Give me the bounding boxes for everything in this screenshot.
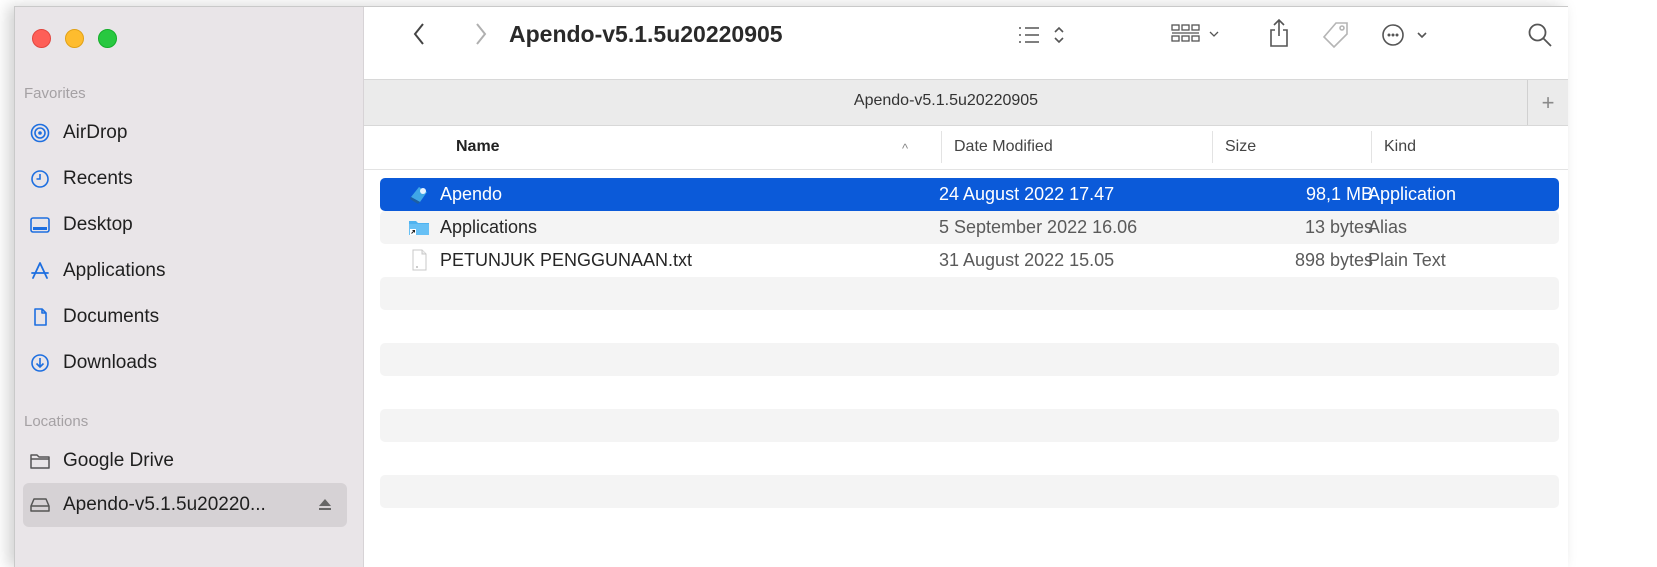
applications-icon bbox=[27, 258, 53, 284]
file-date: 5 September 2022 16.06 bbox=[939, 217, 1138, 237]
empty-row bbox=[380, 343, 1559, 376]
group-by-icon[interactable] bbox=[1170, 22, 1226, 46]
minimize-button[interactable] bbox=[65, 29, 84, 48]
sidebar-item-recents[interactable]: Recents bbox=[23, 160, 347, 198]
file-list: Apendo 24 August 2022 17.47 98,1 MB Appl… bbox=[380, 178, 1559, 508]
window-title: Apendo-v5.1.5u20220905 bbox=[509, 21, 783, 47]
list-view-icon[interactable] bbox=[1017, 24, 1075, 46]
download-icon bbox=[27, 350, 53, 376]
sidebar-item-label: Apendo-v5.1.5u20220... bbox=[63, 494, 266, 515]
table-row[interactable]: Apendo 24 August 2022 17.47 98,1 MB Appl… bbox=[380, 178, 1559, 211]
sidebar-item-label: Applications bbox=[63, 260, 166, 281]
file-kind: Plain Text bbox=[1368, 250, 1446, 270]
empty-row bbox=[380, 277, 1559, 310]
text-file-icon bbox=[408, 249, 430, 271]
column-name[interactable]: Name bbox=[456, 138, 500, 156]
file-date: 31 August 2022 15.05 bbox=[939, 250, 1115, 270]
toolbar: Apendo-v5.1.5u20220905 bbox=[364, 7, 1568, 63]
file-size: 13 bytes bbox=[1304, 217, 1373, 237]
alias-folder-icon bbox=[408, 216, 430, 238]
file-kind: Application bbox=[1368, 184, 1457, 204]
empty-row bbox=[380, 376, 1559, 409]
sidebar-item-label: AirDrop bbox=[63, 122, 128, 143]
sidebar-item-airdrop[interactable]: AirDrop bbox=[23, 114, 347, 152]
file-size: 98,1 MB bbox=[1305, 184, 1373, 204]
app-icon bbox=[408, 183, 430, 205]
document-icon bbox=[27, 304, 53, 330]
clock-icon bbox=[27, 166, 53, 192]
airdrop-icon bbox=[27, 120, 53, 146]
column-divider[interactable] bbox=[1212, 131, 1213, 163]
eject-icon[interactable] bbox=[317, 498, 333, 512]
column-date-modified[interactable]: Date Modified bbox=[954, 138, 1053, 156]
file-date: 24 August 2022 17.47 bbox=[939, 184, 1115, 204]
locations-heading: Locations bbox=[24, 413, 89, 430]
column-kind[interactable]: Kind bbox=[1384, 138, 1416, 156]
forward-icon[interactable] bbox=[474, 22, 488, 46]
new-tab-button[interactable]: + bbox=[1527, 80, 1568, 125]
tag-icon[interactable] bbox=[1321, 20, 1351, 50]
sidebar-item-google-drive[interactable]: Google Drive bbox=[23, 442, 347, 480]
finder-window: Favorites AirDrop Recents Desktop Applic… bbox=[14, 6, 1568, 567]
search-icon[interactable] bbox=[1527, 22, 1553, 48]
sidebar-item-label: Documents bbox=[63, 306, 160, 327]
zoom-button[interactable] bbox=[98, 29, 117, 48]
favorites-heading: Favorites bbox=[24, 85, 86, 102]
file-name: Applications bbox=[440, 217, 538, 237]
tab-bar: Apendo-v5.1.5u20220905 + bbox=[364, 79, 1568, 126]
sidebar-item-downloads[interactable]: Downloads bbox=[23, 344, 347, 382]
empty-row bbox=[380, 442, 1559, 475]
main-content: Apendo-v5.1.5u20220905 Apendo-v5.1.5u202… bbox=[364, 7, 1568, 567]
sidebar-item-label: Recents bbox=[63, 168, 133, 189]
sidebar-item-label: Desktop bbox=[63, 214, 133, 235]
sidebar: Favorites AirDrop Recents Desktop Applic… bbox=[15, 7, 364, 567]
sidebar-item-label: Google Drive bbox=[63, 450, 174, 471]
column-size[interactable]: Size bbox=[1225, 138, 1256, 156]
file-size: 898 bytes bbox=[1294, 250, 1373, 270]
more-actions-icon[interactable] bbox=[1380, 22, 1436, 48]
sort-chevron-icon: ^ bbox=[902, 141, 909, 156]
column-header: Name ^ Date Modified Size Kind bbox=[364, 125, 1568, 170]
back-icon[interactable] bbox=[412, 22, 426, 46]
sidebar-item-label: Downloads bbox=[63, 352, 157, 373]
sidebar-item-documents[interactable]: Documents bbox=[23, 298, 347, 336]
file-kind: Alias bbox=[1368, 217, 1408, 237]
empty-row bbox=[380, 310, 1559, 343]
file-name: Apendo bbox=[440, 184, 503, 204]
column-divider[interactable] bbox=[941, 131, 942, 163]
tab-current[interactable]: Apendo-v5.1.5u20220905 bbox=[364, 92, 1528, 110]
empty-row bbox=[380, 409, 1559, 442]
table-row[interactable]: PETUNJUK PENGGUNAAN.txt 31 August 2022 1… bbox=[380, 244, 1559, 277]
window-controls bbox=[32, 29, 117, 48]
sidebar-item-desktop[interactable]: Desktop bbox=[23, 206, 347, 244]
close-button[interactable] bbox=[32, 29, 51, 48]
file-name: PETUNJUK PENGGUNAAN.txt bbox=[440, 250, 693, 270]
sidebar-item-applications[interactable]: Applications bbox=[23, 252, 347, 290]
folder-icon bbox=[27, 448, 53, 474]
sidebar-item-apendo-volume[interactable]: Apendo-v5.1.5u20220... bbox=[23, 483, 347, 527]
empty-row bbox=[380, 475, 1559, 508]
column-divider[interactable] bbox=[1371, 131, 1372, 163]
desktop-icon bbox=[27, 212, 53, 238]
table-row[interactable]: Applications 5 September 2022 16.06 13 b… bbox=[380, 211, 1559, 244]
share-icon[interactable] bbox=[1268, 18, 1290, 48]
drive-icon bbox=[27, 492, 53, 518]
